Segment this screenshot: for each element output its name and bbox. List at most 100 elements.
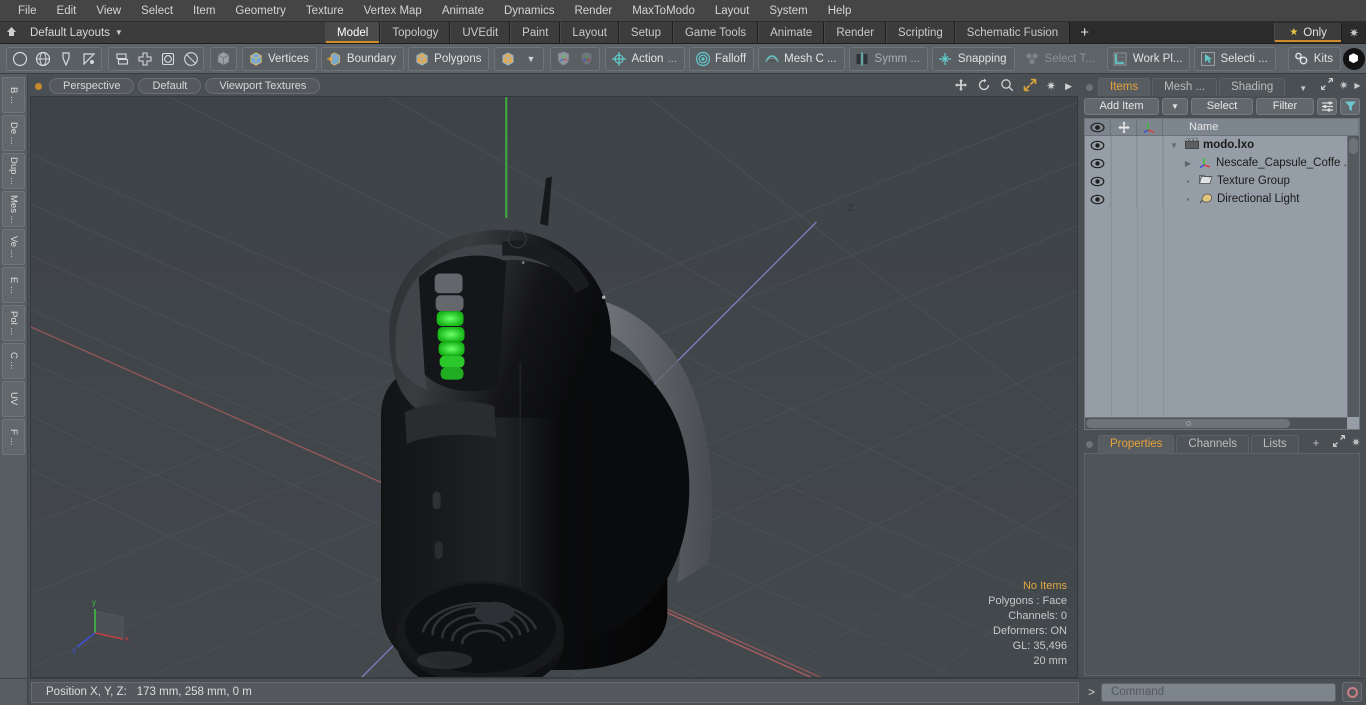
home-icon[interactable]	[0, 26, 22, 40]
scrollbar-knob[interactable]	[1349, 138, 1358, 154]
selection-set-button[interactable]: Selecti ...	[1194, 46, 1276, 71]
curve-icon[interactable]	[77, 48, 100, 70]
row-lock-cell[interactable]	[1111, 172, 1137, 190]
pen-icon[interactable]	[54, 48, 77, 70]
items-vertical-scrollbar[interactable]	[1347, 136, 1359, 417]
list-item[interactable]: ▼ modo.lxo	[1163, 138, 1359, 152]
list-item[interactable]: ▪ Texture Group	[1163, 174, 1359, 188]
row-axis-cell[interactable]	[1137, 136, 1163, 154]
select-through-button[interactable]: Select T...	[1019, 47, 1103, 71]
mesh-constraint-button[interactable]: Mesh C ...	[758, 46, 845, 71]
menu-item-select[interactable]: Select	[131, 2, 183, 20]
menu-item-geometry[interactable]: Geometry	[225, 2, 296, 20]
circle-icon[interactable]	[8, 48, 31, 70]
add-layout-tab-button[interactable]: +	[1070, 22, 1099, 43]
list-item[interactable]: ▪ Directional Light	[1163, 192, 1359, 207]
tab-channels[interactable]: Channels	[1176, 435, 1250, 453]
layout-tab-layout[interactable]: Layout	[560, 22, 619, 43]
shield-axis-icon[interactable]	[552, 48, 575, 70]
funnel-icon[interactable]	[1340, 97, 1360, 115]
menu-item-dynamics[interactable]: Dynamics	[494, 2, 564, 20]
expand-icon[interactable]	[1321, 77, 1334, 93]
left-rail-tab-mesh-edit[interactable]: Mes ...	[2, 191, 25, 227]
add-item-button[interactable]: Add Item	[1084, 97, 1159, 115]
move-lock-icon[interactable]	[1111, 119, 1137, 135]
table-row[interactable]: ▼ modo.lxo	[1085, 136, 1359, 154]
menu-item-layout[interactable]: Layout	[705, 2, 760, 20]
table-row[interactable]: ▪ Directional Light	[1085, 190, 1359, 208]
gear-icon[interactable]: ✷	[1339, 79, 1348, 92]
3d-viewport[interactable]: -Z No Items Polygons: Face Channels: 0 …	[30, 96, 1078, 678]
stack-icon[interactable]	[110, 48, 133, 70]
layout-tab-topology[interactable]: Topology	[380, 22, 451, 43]
row-lock-cell[interactable]	[1111, 154, 1137, 172]
zoom-icon[interactable]	[1000, 78, 1014, 95]
selection-mode-dropdown[interactable]: ▼	[494, 46, 545, 71]
cross-shape-icon[interactable]	[133, 48, 156, 70]
snapping-button[interactable]: Snapping	[931, 46, 1015, 71]
left-rail-tab-edge[interactable]: E ...	[2, 267, 25, 303]
viewport-projection-chip[interactable]: Perspective	[49, 78, 135, 94]
gear-icon[interactable]: ✷	[1351, 436, 1360, 449]
layout-tab-paint[interactable]: Paint	[510, 22, 561, 43]
viewport-textures-chip[interactable]: Viewport Textures	[205, 78, 321, 94]
sphere-slice-icon[interactable]	[179, 48, 202, 70]
scrollbar-knob[interactable]	[1086, 419, 1291, 428]
filter-button[interactable]: Filter	[1256, 97, 1314, 115]
default-layouts-dropdown[interactable]: Default Layouts ▼	[22, 27, 123, 39]
layout-tab-animate[interactable]: Animate	[758, 22, 825, 43]
row-lock-cell[interactable]	[1111, 190, 1137, 208]
play-icon[interactable]: ▶	[1354, 81, 1360, 90]
left-rail-tab-polygon[interactable]: Pol ...	[2, 305, 25, 341]
table-row[interactable]: ▪ Texture Group	[1085, 172, 1359, 190]
left-rail-tab-uv[interactable]: UV	[2, 381, 25, 417]
layout-tab-game-tools[interactable]: Game Tools	[672, 22, 759, 43]
add-item-dropdown-button[interactable]: ▼	[1162, 97, 1188, 115]
row-lock-cell[interactable]	[1111, 136, 1137, 154]
left-rail-tab-fusion[interactable]: F ...	[2, 419, 25, 455]
gear-icon[interactable]: ✷	[1046, 79, 1056, 93]
symmetry-button[interactable]: Symm ...	[848, 46, 928, 71]
chevron-down-icon[interactable]: ▼	[1287, 81, 1319, 96]
falloff-button[interactable]: Falloff	[689, 46, 755, 71]
record-icon[interactable]	[1342, 682, 1362, 702]
layout-tab-uvedit[interactable]: UVEdit	[450, 22, 511, 43]
polygons-mode-button[interactable]: Polygons	[408, 46, 490, 71]
menu-item-render[interactable]: Render	[564, 2, 622, 20]
boundary-mode-button[interactable]: Boundary	[320, 46, 405, 71]
gear-icon[interactable]: ✷	[1342, 26, 1366, 40]
left-rail-tab-basic[interactable]: B ...	[2, 77, 25, 113]
row-eye-icon[interactable]	[1085, 154, 1111, 172]
shield-axis-dark-icon[interactable]	[575, 48, 598, 70]
cube-badge-icon[interactable]	[1342, 47, 1365, 70]
rotate-icon[interactable]	[977, 78, 991, 95]
rounded-square-icon[interactable]	[156, 48, 179, 70]
menu-item-maxtomodo[interactable]: MaxToModo	[622, 2, 705, 20]
row-axis-cell[interactable]	[1137, 190, 1163, 208]
cube-gray-icon[interactable]	[212, 48, 235, 70]
nescafe-capsule-coffee-machine-model[interactable]	[31, 97, 1077, 677]
left-rail-tab-duplicate[interactable]: Dup ...	[2, 153, 25, 189]
layout-tab-render[interactable]: Render	[824, 22, 887, 43]
work-plane-button[interactable]: Work Pl...	[1106, 46, 1191, 71]
layout-tab-schematic-fusion[interactable]: Schematic Fusion	[954, 22, 1071, 43]
tab-shading[interactable]: Shading	[1219, 78, 1286, 96]
row-eye-icon[interactable]	[1085, 190, 1111, 208]
table-row[interactable]: ▶ Nescafe_Capsule_Coffe ...	[1085, 154, 1359, 172]
row-axis-cell[interactable]	[1137, 154, 1163, 172]
row-axis-cell[interactable]	[1137, 172, 1163, 190]
layout-tab-model[interactable]: Model	[325, 22, 381, 43]
expand-icon[interactable]	[1333, 434, 1346, 450]
only-toggle-button[interactable]: ★ Only	[1274, 23, 1342, 42]
command-input[interactable]: Command	[1101, 682, 1336, 702]
list-item[interactable]: ▶ Nescafe_Capsule_Coffe ...	[1163, 156, 1359, 171]
axis-icon[interactable]	[1137, 119, 1163, 135]
items-horizontal-scrollbar[interactable]	[1085, 417, 1347, 429]
menu-item-view[interactable]: View	[86, 2, 131, 20]
globe-icon[interactable]	[31, 48, 54, 70]
tab-properties[interactable]: Properties	[1098, 435, 1175, 453]
menu-item-help[interactable]: Help	[818, 2, 862, 20]
select-button[interactable]: Select	[1191, 97, 1253, 115]
action-center-button[interactable]: Action ...	[605, 46, 686, 71]
menu-item-file[interactable]: File	[8, 2, 47, 20]
